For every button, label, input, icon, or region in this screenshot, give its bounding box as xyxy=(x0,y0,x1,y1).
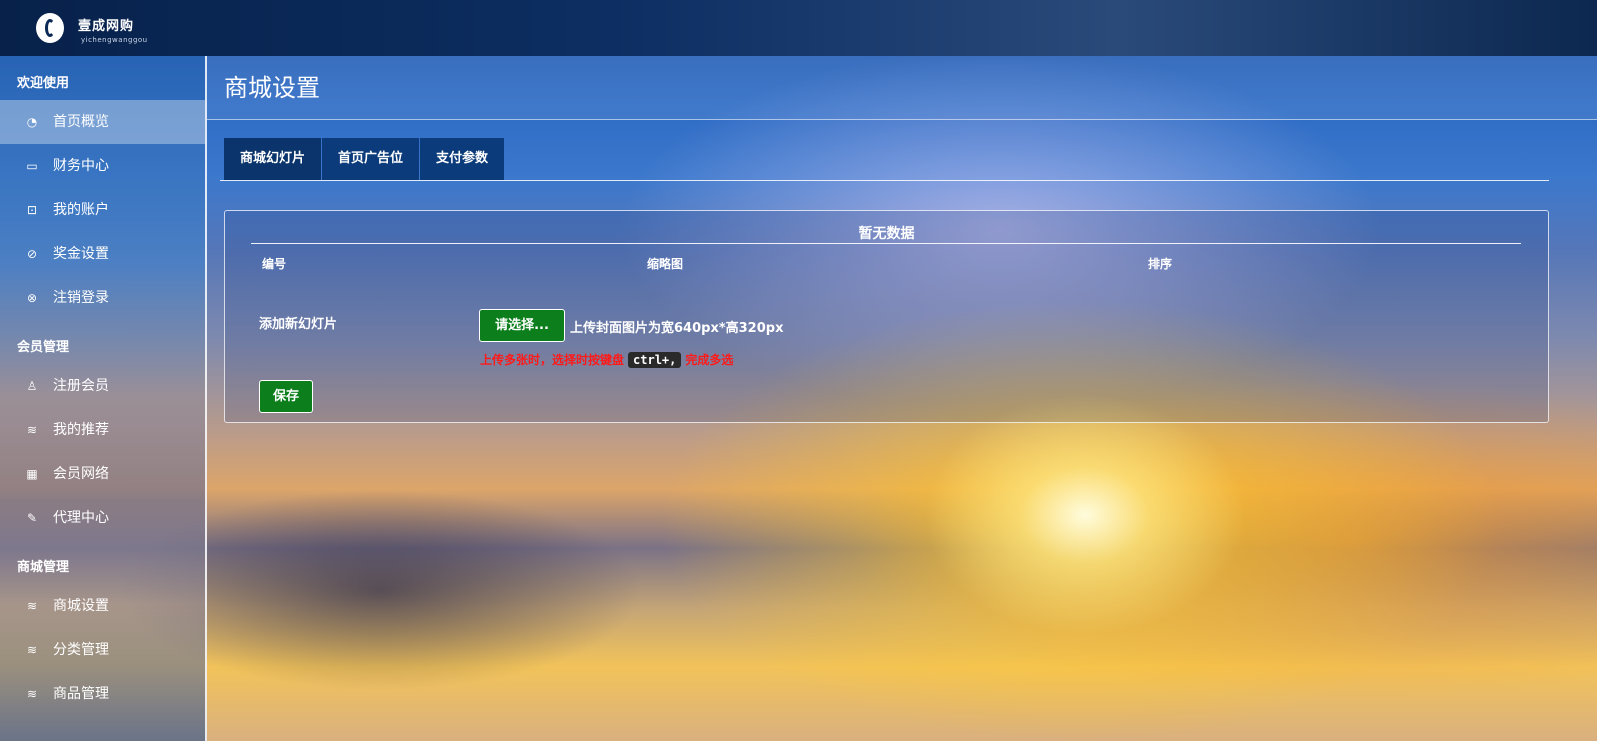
sidebar-section-mall: 商城管理 xyxy=(17,560,70,575)
layers-icon: ≋ xyxy=(26,599,38,613)
warning-text-after: 完成多选 xyxy=(685,353,734,367)
layers-icon: ≋ xyxy=(26,687,38,701)
sidebar-item-finance[interactable]: ▭ 财务中心 xyxy=(0,144,205,188)
slides-panel: 暂无数据 编号 缩略图 排序 添加新幻灯片 请选择... 上传封面图片为宽640… xyxy=(224,210,1549,423)
tab-payment[interactable]: 支付参数 xyxy=(420,138,505,180)
compass-icon: ⊘ xyxy=(26,247,38,261)
grid-icon: ▦ xyxy=(26,467,38,481)
sidebar-item-agent[interactable]: ✎ 代理中心 xyxy=(0,496,205,540)
sidebar-item-label: 分类管理 xyxy=(53,642,109,658)
upload-size-hint: 上传封面图片为宽640px*高320px xyxy=(570,321,784,336)
column-header-order: 排序 xyxy=(1148,257,1173,271)
sidebar-item-label: 我的账户 xyxy=(53,202,109,218)
sidebar-item-register[interactable]: ♙ 注册会员 xyxy=(0,364,205,408)
sidebar-item-overview[interactable]: ◔ 首页概览 xyxy=(0,100,205,144)
sidebar-item-network[interactable]: ▦ 会员网络 xyxy=(0,452,205,496)
layers-icon: ≋ xyxy=(26,643,38,657)
tab-divider xyxy=(220,180,1549,181)
sidebar-section-members: 会员管理 xyxy=(17,340,70,355)
warning-text-before: 上传多张时，选择时按键盘 xyxy=(480,353,625,367)
sidebar-item-label: 商品管理 xyxy=(53,686,109,702)
sidebar-item-label: 代理中心 xyxy=(53,510,109,526)
sidebar-item-logout[interactable]: ⊗ 注销登录 xyxy=(0,276,205,320)
folder-icon: ▭ xyxy=(26,159,38,173)
sidebar-item-label: 财务中心 xyxy=(53,158,109,174)
sidebar-item-label: 首页概览 xyxy=(53,114,109,130)
column-header-thumbnail: 缩略图 xyxy=(647,257,684,271)
sidebar-item-account[interactable]: ⊡ 我的账户 xyxy=(0,188,205,232)
sidebar-item-categories[interactable]: ≋ 分类管理 xyxy=(0,628,205,672)
add-slide-label: 添加新幻灯片 xyxy=(259,317,338,332)
choose-file-button[interactable]: 请选择... xyxy=(479,309,565,342)
brand-name: 壹成网购 xyxy=(78,19,135,34)
keyboard-shortcut: ctrl+, xyxy=(628,351,682,368)
tab-bar: 商城幻灯片 首页广告位 支付参数 xyxy=(224,138,505,180)
sidebar-item-products[interactable]: ≋ 商品管理 xyxy=(0,672,205,716)
sidebar-item-label: 商城设置 xyxy=(53,598,109,614)
sidebar-item-bonus[interactable]: ⊘ 奖金设置 xyxy=(0,232,205,276)
top-bar: 壹成网购 yichengwanggou xyxy=(0,0,1597,56)
brand-subtitle: yichengwanggou xyxy=(81,36,148,44)
sidebar-section-welcome: 欢迎使用 xyxy=(17,76,70,91)
sidebar: 欢迎使用 ◔ 首页概览 ▭ 财务中心 ⊡ 我的账户 ⊘ 奖金设置 ⊗ 注销登录 … xyxy=(0,56,207,741)
save-button[interactable]: 保存 xyxy=(259,380,313,413)
sidebar-item-label: 我的推荐 xyxy=(53,422,109,438)
empty-state-text: 暂无数据 xyxy=(858,226,915,242)
multi-select-warning: 上传多张时，选择时按键盘 ctrl+, 完成多选 xyxy=(480,351,733,368)
layers-icon: ≋ xyxy=(26,423,38,437)
lock-icon: ⊡ xyxy=(26,203,38,217)
page-title: 商城设置 xyxy=(207,56,1597,120)
tab-home-ads[interactable]: 首页广告位 xyxy=(322,138,420,180)
brand-logo-icon[interactable] xyxy=(36,13,64,43)
pencil-icon: ✎ xyxy=(26,511,38,525)
dashboard-icon: ◔ xyxy=(26,115,38,129)
sidebar-item-label: 奖金设置 xyxy=(53,246,109,262)
tab-slides[interactable]: 商城幻灯片 xyxy=(224,138,322,180)
column-header-id: 编号 xyxy=(262,257,287,271)
close-circle-icon: ⊗ xyxy=(26,291,38,305)
sidebar-item-label: 会员网络 xyxy=(53,466,109,482)
sidebar-item-label: 注册会员 xyxy=(53,378,109,394)
sidebar-item-mall-settings[interactable]: ≋ 商城设置 xyxy=(0,584,205,628)
user-icon: ♙ xyxy=(26,379,38,393)
sidebar-item-referrals[interactable]: ≋ 我的推荐 xyxy=(0,408,205,452)
table-header-divider xyxy=(251,243,1521,244)
sidebar-item-label: 注销登录 xyxy=(53,290,109,306)
